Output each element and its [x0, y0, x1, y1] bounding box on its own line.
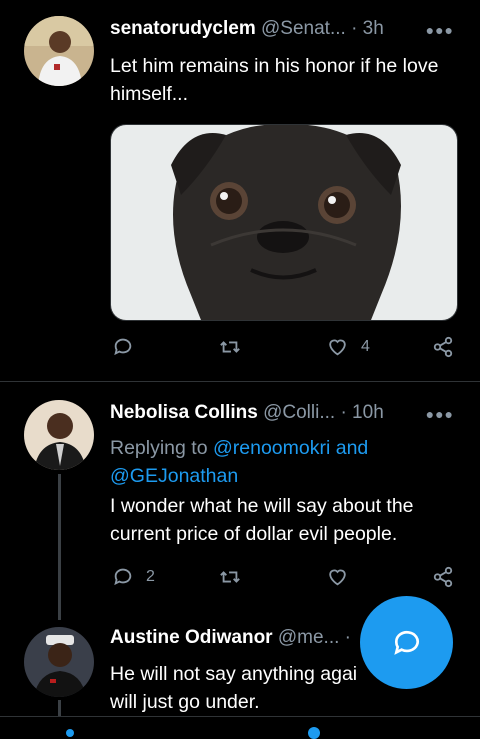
reply-count: 2 [146, 568, 155, 585]
tweet[interactable]: Nebolisa Collins @Colli... · 10h ●●● Rep… [0, 398, 480, 620]
handle[interactable]: @Colli... [263, 402, 335, 423]
tweet-image[interactable] [110, 124, 458, 321]
tweet-header: Austine Odiwanor @me... · [110, 627, 351, 649]
tweet-text-line: will just go under. [110, 691, 260, 713]
handle[interactable]: @me... [278, 627, 340, 648]
divider [0, 381, 480, 382]
timestamp[interactable]: · 10h [340, 402, 383, 423]
heart-icon [329, 569, 346, 586]
retweet-icon [220, 571, 240, 583]
retweet-icon [220, 341, 240, 353]
share-icon [433, 566, 453, 588]
share-button[interactable] [432, 336, 454, 358]
tweet-text-line: He will not say anything agai [110, 663, 358, 685]
avatar[interactable] [24, 400, 94, 470]
replying-prefix: Replying to [110, 437, 213, 459]
mention-link[interactable]: @renoomokri and [213, 437, 368, 459]
tweet-actions: 2 [0, 566, 480, 596]
home-tab-indicator-icon[interactable] [66, 729, 74, 737]
notification-badge-icon[interactable] [308, 727, 320, 739]
reply-icon [114, 338, 132, 356]
pug-photo-icon [111, 125, 457, 320]
heart-icon [329, 339, 346, 356]
retweet-button[interactable] [218, 566, 242, 588]
like-button[interactable] [326, 566, 361, 588]
display-name[interactable]: Austine Odiwanor [110, 627, 273, 648]
bottom-nav-bar [0, 716, 480, 739]
display-name[interactable]: Nebolisa Collins [110, 402, 258, 423]
reply-button[interactable]: 2 [112, 566, 155, 588]
replying-to: Replying to @renoomokri and @GEJonathan [110, 434, 460, 490]
reply-icon [114, 568, 132, 586]
share-button[interactable] [432, 566, 454, 588]
more-options-icon[interactable]: ●●● [426, 22, 454, 38]
tweet-text: Let him remains in his honor if he love … [110, 55, 439, 105]
handle[interactable]: @Senat... [261, 18, 346, 39]
tweet-header: Nebolisa Collins @Colli... · 10h [110, 402, 384, 424]
reply-button[interactable] [112, 336, 146, 358]
mention-link[interactable]: @GEJonathan [110, 465, 238, 487]
like-count: 4 [361, 338, 370, 355]
tweet[interactable]: senatorudyclem @Senat... · 3h ●●● Let hi… [0, 16, 480, 380]
reply-bubble-icon [393, 630, 419, 655]
retweet-button[interactable] [218, 336, 242, 358]
thread-line [58, 700, 61, 716]
tweet-text: I wonder what he will say about the curr… [110, 495, 414, 545]
tweet-actions: 4 [0, 336, 480, 366]
avatar[interactable] [24, 16, 94, 86]
compose-reply-button[interactable] [360, 596, 453, 689]
timestamp[interactable]: · 3h [351, 18, 384, 39]
more-options-icon[interactable]: ●●● [426, 406, 454, 422]
avatar[interactable] [24, 627, 94, 697]
like-button[interactable]: 4 [326, 336, 370, 358]
share-icon [433, 336, 453, 358]
thread-line [58, 474, 61, 620]
tweet-header: senatorudyclem @Senat... · 3h [110, 18, 384, 40]
display-name[interactable]: senatorudyclem [110, 18, 256, 39]
timestamp[interactable]: · [345, 627, 351, 648]
